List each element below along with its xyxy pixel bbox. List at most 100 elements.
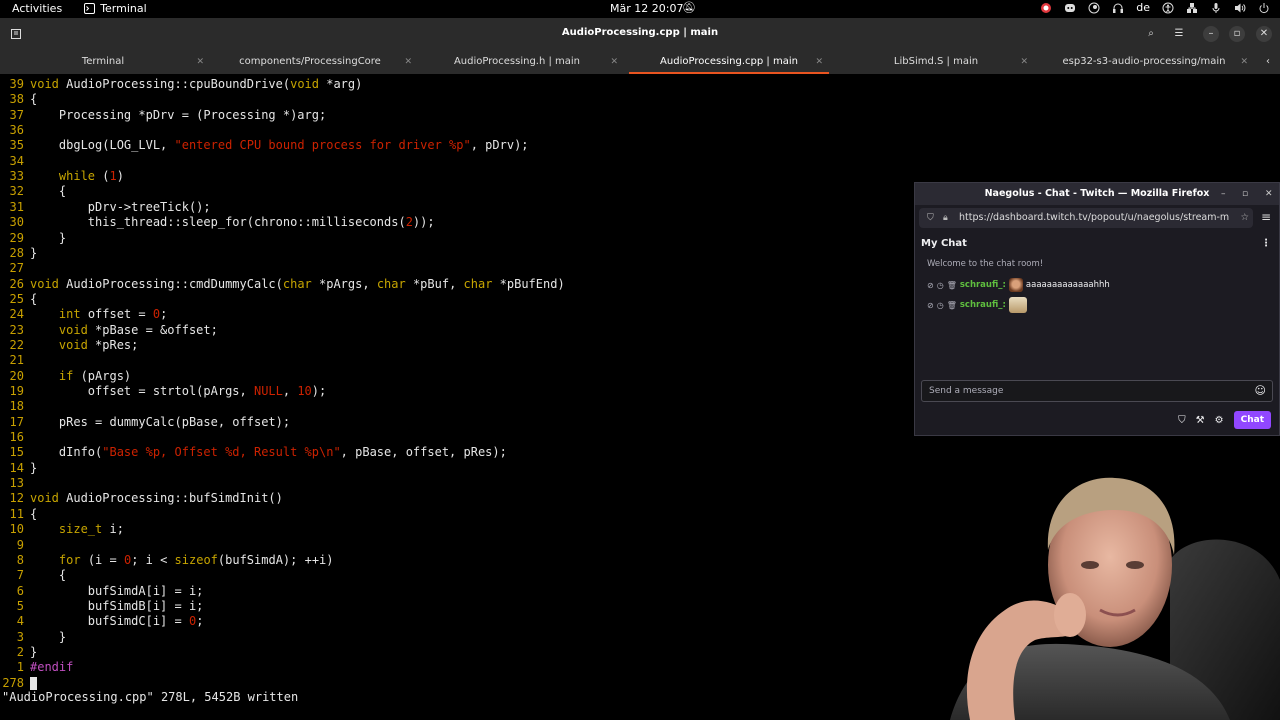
maximize-icon[interactable]: ▫ (1242, 183, 1248, 205)
code-line[interactable]: 5 bufSimdB[i] = i; (0, 599, 204, 614)
code-line[interactable]: 19 offset = strtol(pArgs, NULL, 10); (0, 384, 327, 399)
lock-icon[interactable]: 🔒︎ (943, 208, 948, 228)
search-icon[interactable]: ⌕ (1143, 26, 1159, 42)
code-line[interactable]: 23 void *pBase = &offset; (0, 323, 218, 338)
mod-tools-icon[interactable]: ⚒ (1196, 415, 1205, 426)
code-line[interactable]: 7 { (0, 568, 66, 583)
code-line[interactable]: 9 (0, 538, 30, 553)
code-line[interactable]: 34 (0, 154, 30, 169)
code-line[interactable]: 11 { (0, 507, 38, 522)
emote-picker-icon[interactable]: ☺ (1255, 381, 1266, 401)
mod-delete-icon[interactable]: 🗑︎ (947, 281, 957, 290)
tab-close-icon[interactable]: ✕ (1020, 50, 1028, 74)
code-line[interactable]: 33 while (1) (0, 169, 124, 184)
close-icon[interactable]: ✕ (1265, 183, 1273, 205)
mod-delete-icon[interactable]: 🗑︎ (947, 301, 957, 310)
firefox-menu-icon[interactable]: ≡ (1261, 210, 1271, 224)
code-line[interactable]: 27 (0, 261, 30, 276)
code-line[interactable]: 26 void AudioProcessing::cmdDummyCalc(cha… (0, 277, 565, 292)
code-line[interactable]: 17 pRes = dummyCalc(pBase, offset); (0, 415, 291, 430)
code-line[interactable]: 24 int offset = 0; (0, 307, 168, 322)
headphones-icon[interactable] (1112, 2, 1124, 14)
code-text: void AudioProcessing::cpuBoundDrive(void… (30, 77, 363, 91)
mod-timeout-icon[interactable]: ◷ (937, 301, 944, 310)
microphone-icon[interactable] (1210, 2, 1222, 14)
code-line[interactable]: 30 this_thread::sleep_for(chrono::millis… (0, 215, 435, 230)
keyboard-language[interactable]: de (1136, 1, 1150, 14)
tab-close-icon[interactable]: ✕ (196, 50, 204, 74)
minimize-icon[interactable]: – (1221, 183, 1226, 205)
code-line[interactable]: 29 } (0, 231, 67, 246)
code-line[interactable]: 28} (0, 246, 38, 261)
network-icon[interactable] (1186, 2, 1198, 14)
tab-close-icon[interactable]: ✕ (610, 50, 618, 74)
code-line[interactable]: 4 bufSimdC[i] = 0; (0, 614, 204, 629)
code-text: } (30, 460, 38, 475)
code-line[interactable]: 12 void AudioProcessing::bufSimdInit() (0, 491, 283, 506)
chat-send-button[interactable]: Chat (1233, 411, 1271, 429)
activities-button[interactable]: Activities (12, 2, 62, 15)
tab-esp32-main[interactable]: esp32-s3-audio-processing/main ✕ (1046, 50, 1249, 74)
code-line[interactable]: 31 pDrv->treeTick(); (0, 200, 211, 215)
tab-close-icon[interactable]: ✕ (815, 50, 823, 74)
chat-username[interactable]: schraufi_: (960, 300, 1006, 310)
code-line[interactable]: 39 void AudioProcessing::cpuBoundDrive(vo… (0, 77, 363, 92)
discord-icon[interactable] (1064, 2, 1076, 14)
code-line[interactable]: 1 #endif (0, 660, 74, 675)
code-line[interactable]: 36 (0, 123, 30, 138)
power-icon[interactable] (1258, 2, 1270, 14)
tab-processing-core[interactable]: components/ProcessingCore ✕ (206, 50, 414, 74)
clock[interactable]: Mär 12 20:07 (610, 2, 683, 15)
accessibility-icon[interactable] (1162, 2, 1174, 14)
hamburger-menu-icon[interactable]: ☰ (1171, 26, 1187, 42)
chat-username[interactable]: schraufi_: (960, 280, 1006, 290)
notification-bell-icon[interactable]: 🔕︎ (682, 1, 696, 14)
tab-close-icon[interactable]: ✕ (404, 50, 412, 74)
tab-close-icon[interactable]: ✕ (1240, 50, 1248, 74)
code-text: } (30, 629, 67, 644)
code-line[interactable]: 22 void *pRes; (0, 338, 139, 353)
screen-record-icon[interactable] (1040, 2, 1052, 14)
code-line[interactable]: 278 (0, 676, 37, 691)
code-line[interactable]: 21 (0, 353, 30, 368)
tab-overflow-chevron-icon[interactable]: ‹ (1260, 54, 1276, 70)
code-line[interactable]: 3 } (0, 630, 66, 645)
more-options-icon[interactable]: ⋮ (1261, 235, 1271, 253)
code-line[interactable]: 32 { (0, 184, 67, 199)
mod-shield-icon[interactable]: ⛉ (1178, 415, 1186, 426)
url-bar[interactable]: ⛉ 🔒︎ https://dashboard.twitch.tv/popout/… (919, 208, 1253, 228)
minimize-icon[interactable]: – (1203, 26, 1219, 42)
mod-ban-icon[interactable]: ⊘ (927, 301, 934, 310)
code-line[interactable]: 25 { (0, 292, 38, 307)
tab-terminal[interactable]: Terminal ✕ (0, 50, 206, 74)
code-line[interactable]: 10 size_t i; (0, 522, 124, 537)
code-line[interactable]: 38 { (0, 92, 38, 107)
tab-libsimd[interactable]: LibSimd.S | main ✕ (836, 50, 1036, 74)
code-line[interactable]: 14} (0, 460, 38, 476)
user-badge-icon (1008, 278, 1023, 292)
mod-timeout-icon[interactable]: ◷ (937, 281, 944, 290)
maximize-icon[interactable]: ▫ (1229, 26, 1245, 42)
code-line[interactable]: 2} (0, 645, 37, 660)
mod-ban-icon[interactable]: ⊘ (927, 281, 934, 290)
code-line[interactable]: 8 for (i = 0; i < sizeof(bufSimdA); ++i) (0, 553, 334, 568)
steam-icon[interactable] (1088, 2, 1100, 14)
chat-message-input[interactable]: Send a message ☺ (921, 380, 1273, 402)
code-line[interactable]: 13 (0, 476, 30, 491)
code-line[interactable]: 15 dInfo("Base %p, Offset %d, Result %p\… (0, 445, 507, 460)
close-icon[interactable]: ✕ (1256, 26, 1272, 42)
code-line[interactable]: 37 Processing *pDrv = (Processing *)arg; (0, 108, 327, 123)
code-line[interactable]: 35 dbgLog(LOG_LVL, "entered CPU bound pr… (0, 138, 529, 153)
code-line[interactable]: 6 bufSimdA[i] = i; (0, 584, 204, 599)
code-line[interactable]: 16 (0, 430, 30, 445)
code-line[interactable]: 18 (0, 399, 30, 414)
settings-gear-icon[interactable]: ⚙ (1215, 415, 1224, 426)
tracking-shield-icon[interactable]: ⛉ (927, 208, 934, 228)
tab-audioprocessing-h[interactable]: AudioProcessing.h | main ✕ (414, 50, 620, 74)
app-menu[interactable]: Terminal (84, 2, 147, 15)
volume-icon[interactable] (1234, 2, 1246, 14)
code-line[interactable]: 20 if (pArgs) (0, 369, 132, 384)
tab-audioprocessing-cpp[interactable]: AudioProcessing.cpp | main ✕ (629, 50, 829, 74)
bookmark-star-icon[interactable]: ☆ (1237, 208, 1249, 228)
line-number: 39 (9, 77, 24, 91)
